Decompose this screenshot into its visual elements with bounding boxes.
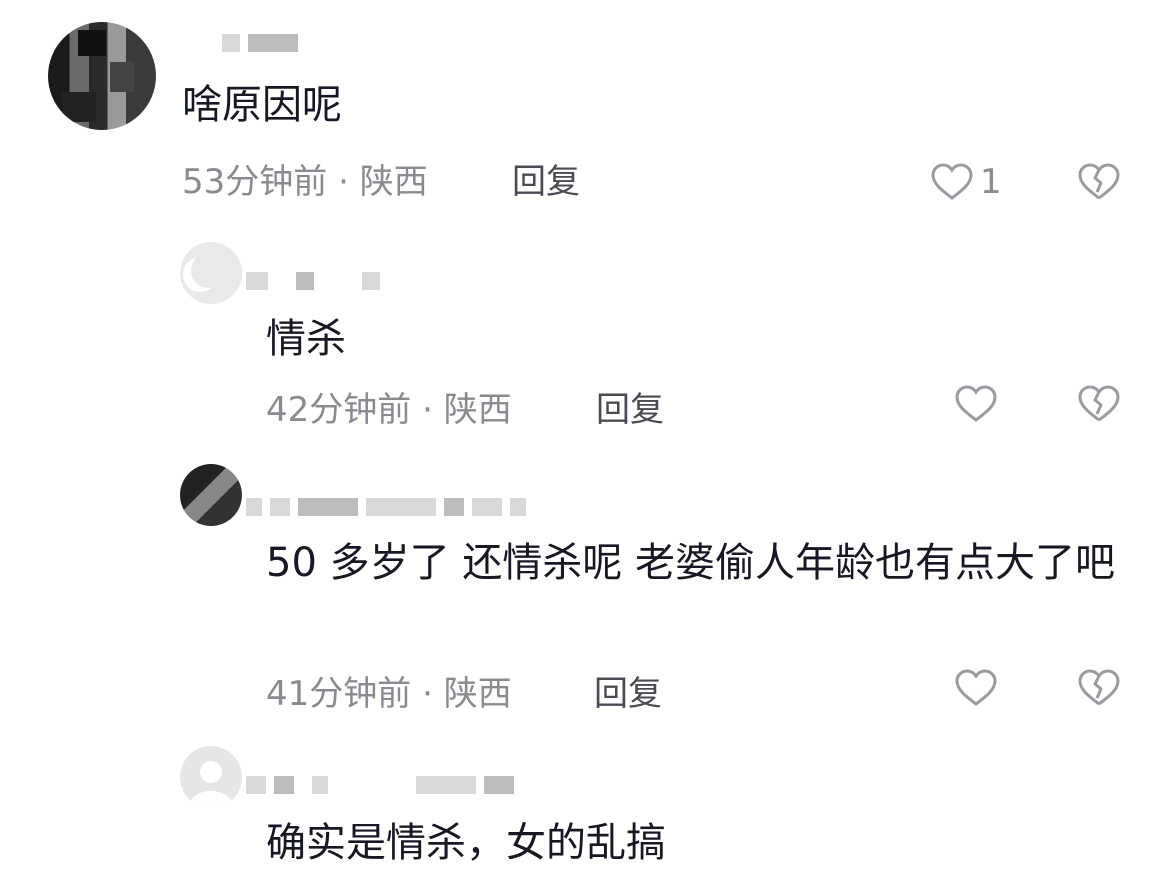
comment-location: 陕西 xyxy=(443,390,512,430)
comment-time: 53分钟前 xyxy=(182,162,328,202)
comment-meta: 42分钟前 · 陕西 xyxy=(266,390,512,430)
like-button[interactable] xyxy=(954,384,1004,424)
comment-time: 42分钟前 xyxy=(266,390,412,430)
comment-text: 确实是情杀，女的乱搞 xyxy=(266,820,666,866)
comment-item: 50 多岁了 还情杀呢 老婆偷人年龄也有点大了吧 41分钟前 · 陕西 回复 xyxy=(0,458,1170,738)
username-redacted[interactable] xyxy=(222,32,306,54)
username-redacted[interactable] xyxy=(246,496,534,518)
avatar[interactable] xyxy=(180,464,242,526)
broken-heart-outline-icon[interactable] xyxy=(1077,162,1121,202)
meta-separator: · xyxy=(422,390,433,430)
comment-item: 啥原因呢 53分钟前 · 陕西 回复 1 xyxy=(0,0,1170,215)
heart-outline-icon xyxy=(954,668,998,708)
comment-meta: 41分钟前 · 陕西 xyxy=(266,674,512,714)
comment-text: 50 多岁了 还情杀呢 老婆偷人年龄也有点大了吧 xyxy=(266,540,1116,586)
reply-button[interactable]: 回复 xyxy=(512,162,580,202)
username-redacted[interactable] xyxy=(246,270,388,292)
comment-location: 陕西 xyxy=(359,162,428,202)
like-button[interactable] xyxy=(954,668,1004,708)
heart-outline-icon xyxy=(930,162,974,202)
default-user-icon xyxy=(199,760,223,784)
avatar[interactable] xyxy=(180,746,242,808)
avatar[interactable] xyxy=(180,242,242,304)
like-count: 1 xyxy=(980,162,1002,202)
comment-item: 情杀 42分钟前 · 陕西 回复 xyxy=(0,230,1170,445)
comment-meta: 53分钟前 · 陕西 xyxy=(182,162,428,202)
broken-heart-outline-icon[interactable] xyxy=(1077,668,1121,708)
comment-time: 41分钟前 xyxy=(266,674,412,714)
comment-text: 啥原因呢 xyxy=(182,82,342,128)
reply-button[interactable]: 回复 xyxy=(594,674,662,714)
avatar[interactable] xyxy=(48,22,156,130)
heart-outline-icon xyxy=(954,384,998,424)
username-redacted[interactable] xyxy=(246,774,522,796)
broken-heart-outline-icon[interactable] xyxy=(1077,384,1121,424)
reply-button[interactable]: 回复 xyxy=(596,390,664,430)
comment-item: 确实是情杀，女的乱搞 xyxy=(0,740,1170,875)
meta-separator: · xyxy=(422,674,433,714)
meta-separator: · xyxy=(338,162,349,202)
moon-icon xyxy=(191,253,226,288)
comment-location: 陕西 xyxy=(443,674,512,714)
like-button[interactable]: 1 xyxy=(930,162,1002,202)
comment-text: 情杀 xyxy=(266,316,346,362)
